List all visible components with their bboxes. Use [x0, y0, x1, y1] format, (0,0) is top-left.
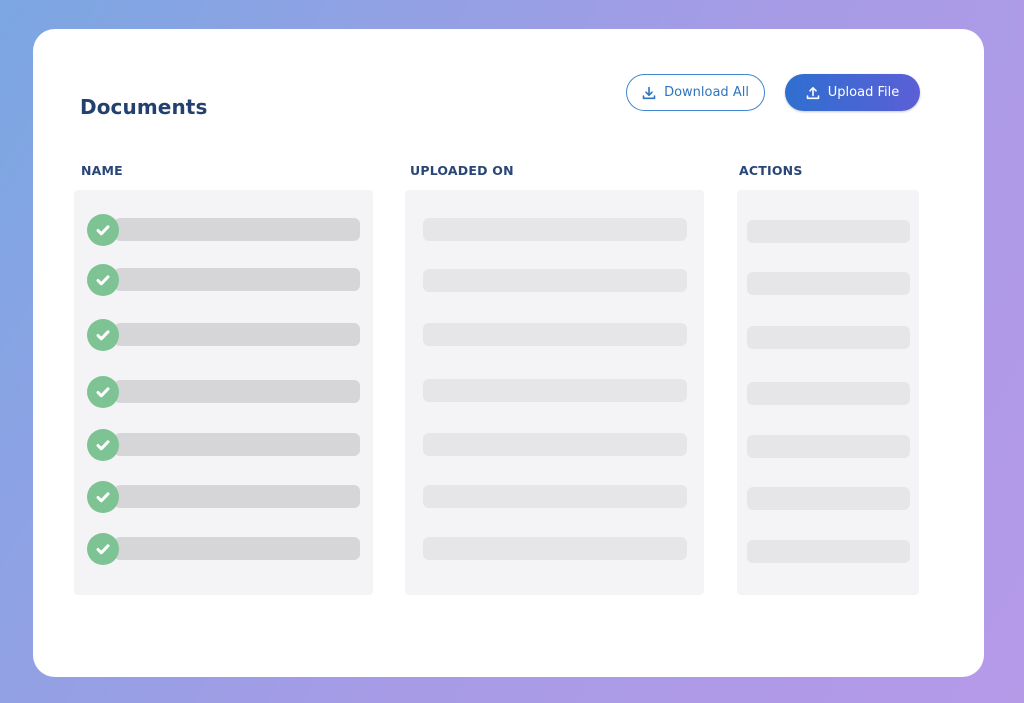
- page-title: Documents: [80, 95, 208, 119]
- column-header-actions: ACTIONS: [739, 163, 803, 178]
- file-name-placeholder: [114, 433, 360, 456]
- uploaded-on-column-panel: [405, 190, 704, 595]
- actions-placeholder[interactable]: [747, 540, 910, 563]
- actions-placeholder[interactable]: [747, 326, 910, 349]
- file-name-placeholder: [114, 218, 360, 241]
- uploaded-on-placeholder: [423, 269, 687, 292]
- actions-placeholder[interactable]: [747, 382, 910, 405]
- file-name-placeholder: [114, 380, 360, 403]
- documents-card: Documents Download All Upload File NAME …: [33, 29, 984, 677]
- file-name-placeholder: [114, 485, 360, 508]
- file-name-placeholder: [114, 268, 360, 291]
- actions-column-panel: [737, 190, 919, 595]
- check-circle-icon: [87, 428, 119, 461]
- download-icon: [642, 86, 656, 100]
- download-all-button[interactable]: Download All: [626, 74, 765, 111]
- check-circle-icon: [87, 318, 119, 351]
- download-all-label: Download All: [664, 85, 749, 100]
- actions-placeholder[interactable]: [747, 435, 910, 458]
- check-circle-icon: [87, 375, 119, 408]
- upload-file-label: Upload File: [827, 85, 900, 100]
- check-circle-icon: [87, 263, 119, 296]
- uploaded-on-placeholder: [423, 537, 687, 560]
- column-header-name: NAME: [81, 163, 123, 178]
- file-name-placeholder: [114, 323, 360, 346]
- uploaded-on-placeholder: [423, 379, 687, 402]
- uploaded-on-placeholder: [423, 433, 687, 456]
- uploaded-on-placeholder: [423, 485, 687, 508]
- uploaded-on-placeholder: [423, 323, 687, 346]
- file-name-placeholder: [114, 537, 360, 560]
- actions-placeholder[interactable]: [747, 272, 910, 295]
- actions-placeholder[interactable]: [747, 220, 910, 243]
- upload-file-button[interactable]: Upload File: [785, 74, 920, 111]
- upload-icon: [806, 86, 820, 100]
- actions-placeholder[interactable]: [747, 487, 910, 510]
- column-header-uploaded-on: UPLOADED ON: [410, 163, 514, 178]
- check-circle-icon: [87, 213, 119, 246]
- name-column-panel: [74, 190, 373, 595]
- check-circle-icon: [87, 532, 119, 565]
- check-circle-icon: [87, 480, 119, 513]
- uploaded-on-placeholder: [423, 218, 687, 241]
